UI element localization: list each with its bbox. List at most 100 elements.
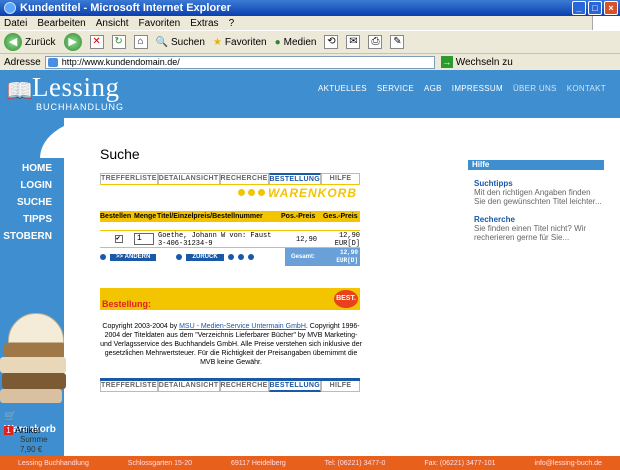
books-illustration bbox=[0, 303, 70, 413]
bottom-tab-recherche[interactable]: RECHERCHE bbox=[219, 381, 269, 392]
tab-bar: TREFFERLISTE DETAILANSICHT RECHERCHE BES… bbox=[100, 173, 360, 185]
refresh-icon[interactable]: ↻ bbox=[111, 35, 126, 49]
sidenav-stobern[interactable]: STOBERN bbox=[0, 228, 52, 245]
nav-agb[interactable]: AGB bbox=[424, 84, 442, 93]
nav-impressum[interactable]: IMPRESSUM bbox=[452, 84, 503, 93]
nav-ueber-uns[interactable]: ÜBER UNS bbox=[513, 84, 557, 93]
forward-arrow-icon: ▶ bbox=[63, 33, 82, 51]
msu-link[interactable]: MSU - Medien-Service Untermain GmbH bbox=[179, 323, 306, 330]
side-navigation: HOME LOGIN SUCHE TIPPS STOBERN bbox=[0, 160, 52, 245]
quantity-input[interactable]: 1 bbox=[134, 233, 154, 245]
cart-sum: 7,90 € bbox=[20, 445, 43, 454]
book-icon: 📖 bbox=[6, 78, 34, 103]
menu-bearbeiten[interactable]: Bearbeiten bbox=[37, 18, 85, 29]
cart-widget[interactable]: 🛒 Warenkorb 1 Artikel Summe 7,90 € bbox=[0, 410, 64, 456]
go-button[interactable]: → Wechseln zu bbox=[440, 56, 513, 68]
go-arrow-icon: → bbox=[440, 56, 453, 68]
close-button[interactable]: × bbox=[604, 1, 618, 15]
sidenav-suche[interactable]: SUCHE bbox=[0, 194, 52, 211]
col-menge: Menge bbox=[134, 213, 157, 220]
search-icon: 🔍 bbox=[155, 36, 169, 48]
favorites-button[interactable]: ★ Favoriten bbox=[213, 37, 267, 48]
book-title: Goethe, Johann W von: Faust bbox=[158, 232, 272, 240]
home-icon[interactable]: ⌂ bbox=[133, 35, 148, 49]
back-button[interactable]: ◀ Zurück bbox=[4, 33, 56, 51]
mail-icon[interactable]: ✉ bbox=[346, 35, 361, 49]
menu-help[interactable]: ? bbox=[229, 18, 235, 29]
site-footer: Lessing Buchhandlung Schlossgarten 15-20… bbox=[0, 456, 620, 470]
help-recherche-link[interactable]: Recherche bbox=[468, 215, 604, 224]
help-title: Hilfe bbox=[468, 160, 604, 170]
total-price: 12,90 bbox=[338, 232, 360, 240]
page-title: Suche bbox=[100, 146, 140, 162]
pos-price: 12,90 bbox=[296, 236, 318, 244]
order-bar: Bestellung: BEST. bbox=[100, 288, 360, 310]
footer-email[interactable]: info@lessing-buch.de bbox=[535, 460, 602, 467]
ie-icon bbox=[4, 2, 16, 14]
maximize-button[interactable]: □ bbox=[588, 1, 602, 15]
top-navigation: AKTUELLES SERVICE AGB IMPRESSUM ÜBER UNS… bbox=[318, 84, 606, 93]
sidenav-home[interactable]: HOME bbox=[0, 160, 52, 177]
sidenav-tipps[interactable]: TIPPS bbox=[0, 211, 52, 228]
col-pos-preis: Pos.-Preis bbox=[281, 213, 316, 220]
bottom-tab-trefferliste[interactable]: TREFFERLISTE bbox=[100, 381, 158, 392]
bottom-tab-detailansicht[interactable]: DETAILANSICHT bbox=[157, 381, 220, 392]
stop-icon[interactable]: ✕ bbox=[89, 35, 104, 49]
media-button[interactable]: ● Medien bbox=[275, 37, 317, 48]
back-arrow-icon: ◀ bbox=[4, 33, 22, 51]
bottom-tab-hilfe[interactable]: HILFE bbox=[321, 381, 360, 392]
print-icon[interactable]: ⎙ bbox=[368, 35, 383, 49]
change-button[interactable]: >> ÄNDERN bbox=[110, 253, 157, 261]
menu-extras[interactable]: Extras bbox=[190, 18, 218, 29]
sidenav-login[interactable]: LOGIN bbox=[0, 177, 52, 194]
menu-bar: Datei Bearbeiten Ansicht Favoriten Extra… bbox=[0, 16, 620, 30]
col-bestellen: Bestellen bbox=[100, 213, 132, 220]
bottom-tab-bestellung[interactable]: BESTELLUNG bbox=[268, 381, 321, 392]
footer-company: Lessing Buchhandlung bbox=[18, 459, 89, 467]
menu-favoriten[interactable]: Favoriten bbox=[139, 18, 181, 29]
table-header: Bestellen Menge Titel/Einzelpreis/Bestel… bbox=[100, 211, 360, 222]
back-link-button[interactable]: ZURÜCK bbox=[186, 253, 224, 261]
search-button[interactable]: 🔍 Suchen bbox=[156, 37, 205, 48]
total-box: Gesamt: 12,90 EUR[D] bbox=[285, 248, 360, 266]
footer-city: 69117 Heidelberg bbox=[230, 459, 286, 467]
nav-kontakt[interactable]: KONTAKT bbox=[567, 84, 606, 93]
help-suchtipps-link[interactable]: Suchtipps bbox=[468, 179, 604, 188]
tab-hilfe[interactable]: HILFE bbox=[321, 173, 360, 184]
history-icon[interactable]: ⟲ bbox=[324, 35, 339, 49]
order-checkbox[interactable]: ✔ bbox=[115, 235, 123, 243]
windows-logo-icon bbox=[592, 16, 620, 30]
col-ges-preis: Ges.-Preis bbox=[323, 213, 358, 220]
footer-street: Schlossgarten 15-20 bbox=[127, 459, 193, 467]
star-icon: ★ bbox=[212, 36, 222, 48]
minimize-button[interactable]: _ bbox=[572, 1, 586, 15]
tab-bestellung[interactable]: BESTELLUNG bbox=[268, 173, 321, 184]
browser-toolbar: ◀ Zurück ▶ ✕ ↻ ⌂ 🔍 Suchen ★ Favoriten ● Medi… bbox=[0, 30, 620, 54]
page-content: HOME LOGIN SUCHE TIPPS STOBERN 🛒 Warenko… bbox=[0, 118, 620, 456]
menu-ansicht[interactable]: Ansicht bbox=[96, 18, 129, 29]
cart-icon: 🛒 bbox=[4, 411, 17, 422]
menu-datei[interactable]: Datei bbox=[4, 18, 27, 29]
total-value-currency: EUR[D] bbox=[336, 257, 358, 264]
tab-trefferliste[interactable]: TREFFERLISTE bbox=[100, 173, 158, 184]
tab-recherche[interactable]: RECHERCHE bbox=[219, 173, 269, 184]
tab-detailansicht[interactable]: DETAILANSICHT bbox=[157, 173, 220, 184]
footer-phone: Tel: (06221) 3477-0 bbox=[324, 459, 386, 467]
help-suchtipps-text: Mit den richtigen Angaben finden Sie den… bbox=[474, 188, 602, 206]
forward-button[interactable]: ▶ bbox=[63, 33, 82, 51]
window-titlebar: Kundentitel - Microsoft Internet Explore… bbox=[0, 0, 620, 16]
nav-service[interactable]: SERVICE bbox=[377, 84, 414, 93]
col-titel: Titel/Einzelpreis/Bestellnummer bbox=[157, 213, 263, 220]
site-header: 📖 Lessing BUCHHANDLUNG AKTUELLES SERVICE… bbox=[0, 70, 620, 118]
address-input[interactable]: http://www.kundendomain.de/ bbox=[44, 55, 435, 69]
order-cart-button[interactable]: BEST. bbox=[334, 290, 358, 308]
order-icon-text: BEST. bbox=[336, 295, 356, 302]
help-panel: Hilfe Suchtipps Mit den richtigen Angabe… bbox=[468, 160, 604, 242]
cart-items-label: Artikel bbox=[15, 425, 41, 435]
edit-icon[interactable]: ✎ bbox=[390, 35, 405, 49]
table-row: ✔ 1 Goethe, Johann W von: Faust 3-406-31… bbox=[100, 230, 360, 248]
total-currency: EUR[D] bbox=[334, 240, 360, 248]
address-bar: Adresse http://www.kundendomain.de/ → Wec… bbox=[0, 54, 620, 70]
footer-fax: Fax: (06221) 3477-101 bbox=[424, 459, 496, 467]
nav-aktuelles[interactable]: AKTUELLES bbox=[318, 84, 367, 93]
